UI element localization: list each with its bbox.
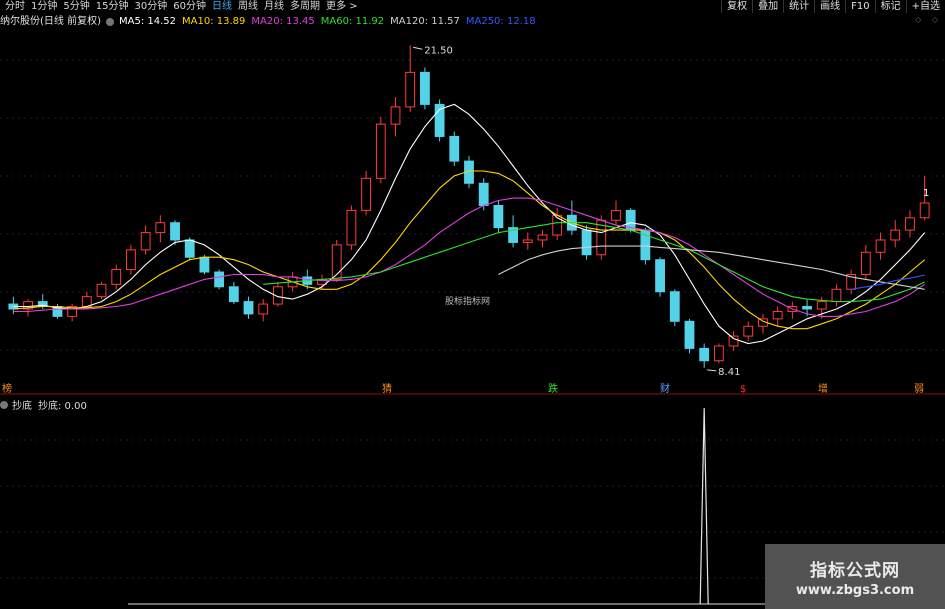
- low-label: 8.41: [718, 367, 740, 378]
- center-label: 股标指标网: [445, 295, 490, 307]
- candle-body-44: [655, 259, 665, 293]
- signal-marker-signal_1: 猜: [382, 382, 392, 395]
- candle-body-59: [875, 239, 886, 253]
- candle-body-35: [522, 239, 533, 243]
- signal-marker-signal_6: 弱: [914, 383, 924, 395]
- candle-body-55: [816, 301, 827, 310]
- watermark-url: www.zbgs3.com: [795, 582, 915, 598]
- candle-body-49: [728, 335, 739, 347]
- candle-body-50: [743, 325, 754, 337]
- signal-marker-signal_2: 跌: [548, 382, 558, 395]
- candle-body-23: [346, 209, 357, 246]
- candle-body-10: [155, 222, 166, 234]
- signal-marker-signal_3: 财: [660, 382, 670, 395]
- candle-body-25: [375, 123, 386, 179]
- candle-body-12: [184, 239, 195, 258]
- watermark-title: 指标公式网: [810, 560, 900, 581]
- candle-body-61: [905, 217, 915, 231]
- signal-marker-signal_4: $: [740, 384, 746, 395]
- right-edge-label: 1: [923, 188, 929, 199]
- sub-spike: [699, 407, 709, 605]
- candle-body-16: [243, 301, 254, 315]
- candle-body-27: [405, 71, 416, 108]
- candle-body-39: [581, 229, 592, 256]
- candle-body-17: [258, 303, 269, 315]
- candle-body-13: [199, 256, 210, 273]
- candle-body-62: [919, 202, 930, 219]
- candle-body-8: [126, 249, 136, 271]
- candle-body-26: [390, 106, 401, 125]
- ma-line-ma120: [498, 245, 925, 290]
- candle-body-47: [699, 347, 710, 362]
- candle-body-6: [96, 283, 107, 298]
- candle-body-9: [140, 232, 151, 251]
- candle-body-36: [537, 234, 548, 241]
- sub-settings-icon[interactable]: [0, 400, 8, 409]
- candle-body-30: [449, 135, 460, 162]
- candle-body-60: [890, 229, 901, 241]
- sub-indicator-legend: 抄底 抄底: 0.00: [0, 397, 87, 412]
- watermark-badge: 指标公式网 www.zbgs3.com: [765, 544, 945, 609]
- candle-body-11: [170, 222, 180, 241]
- candle-body-41: [611, 209, 621, 221]
- candle-body-15: [228, 286, 239, 303]
- candle-body-48: [713, 345, 724, 362]
- signal-marker-signal_5: 增: [818, 382, 828, 395]
- candle-body-58: [860, 251, 871, 275]
- candle-body-14: [214, 271, 225, 288]
- candle-body-52: [772, 310, 783, 320]
- candle-body-32: [478, 182, 489, 206]
- ma-line-ma60: [263, 222, 925, 303]
- low-arrow: [707, 369, 717, 372]
- candle-body-46: [684, 320, 695, 349]
- candle-body-56: [831, 288, 842, 303]
- candle-body-54: [802, 306, 812, 310]
- sub-indicator-title: 抄底: [12, 401, 32, 412]
- candle-body-28: [419, 71, 430, 105]
- high-label: 21.50: [424, 45, 453, 56]
- candle-body-24: [361, 177, 372, 211]
- candle-body-33: [493, 204, 504, 229]
- sub-indicator-value: 抄底: 0.00: [38, 401, 87, 412]
- signal-marker-signal_left: 榜: [2, 382, 12, 395]
- candle-body-45: [669, 291, 680, 322]
- kline-chart[interactable]: 21.50 8.41 股标指标网 1 榜 猜 跌 财 $ 增 弱: [0, 0, 945, 609]
- high-arrow: [413, 46, 423, 50]
- candle-body-7: [111, 269, 122, 285]
